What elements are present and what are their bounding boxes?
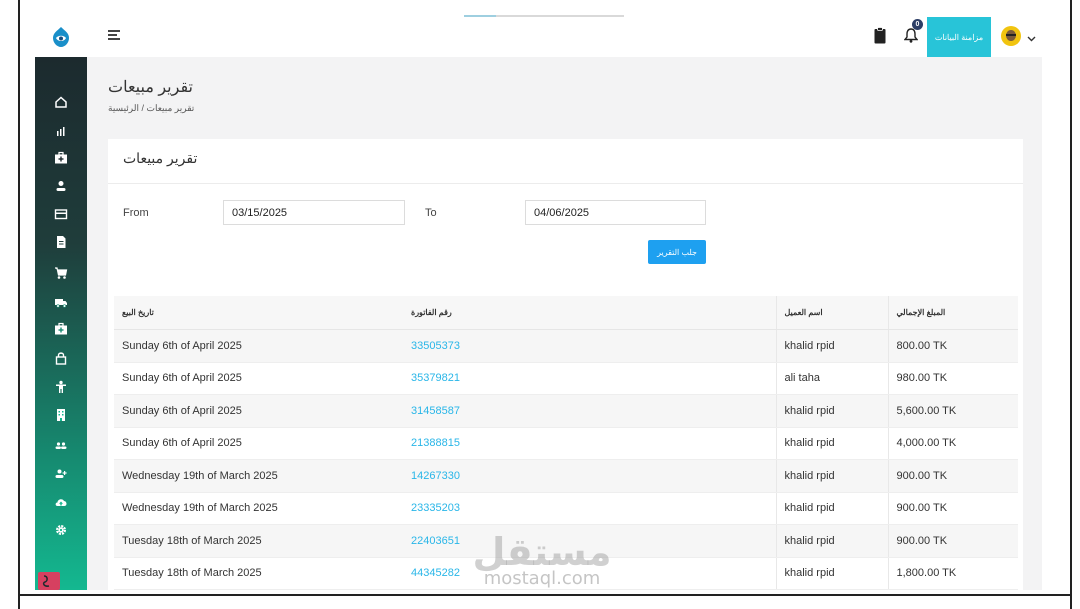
medkit-icon[interactable]: [54, 322, 68, 336]
total-amount-cell: 4,000.00 TK: [887, 427, 1018, 460]
user-avatar[interactable]: [1001, 26, 1021, 46]
menu-toggle-button[interactable]: [108, 30, 120, 42]
header-total-amount[interactable]: المبلغ الإجمالي: [887, 296, 1018, 330]
invoice-link[interactable]: 23335203: [411, 502, 460, 514]
invoice-link[interactable]: 44345282: [411, 567, 460, 579]
invoice-number-cell: 22403651: [403, 524, 776, 558]
invoice-link[interactable]: 31458587: [411, 405, 460, 417]
frame-left-border: [18, 0, 20, 609]
invoice-number-cell: 35379821: [403, 362, 776, 395]
total-amount-cell: 980.00 TK: [887, 362, 1018, 395]
sidebar-footer-logo: [38, 572, 60, 590]
header-customer-name[interactable]: اسم العميل: [775, 296, 888, 330]
card-divider: [108, 183, 1023, 184]
total-amount-cell: 800.00 TK: [887, 329, 1018, 363]
cart-icon[interactable]: [54, 266, 68, 280]
lock-icon[interactable]: [54, 351, 68, 365]
customer-name-cell: khalid rpid: [775, 524, 888, 558]
sale-date-cell: Tuesday 18th of March 2025: [114, 557, 403, 590]
invoice-link[interactable]: 22403651: [411, 535, 460, 547]
menu-line: [108, 38, 120, 40]
fetch-report-button[interactable]: جلب التقرير: [648, 240, 706, 264]
card-title: تقرير مبيعات: [123, 150, 198, 166]
invoice-number-cell: 33505373: [403, 329, 776, 363]
menu-line: [108, 34, 117, 36]
sale-date-cell: Wednesday 19th of March 2025: [114, 459, 403, 493]
table-row: Tuesday 18th of March 2025 22403651 khalid…: [114, 524, 1018, 558]
to-label: To: [425, 207, 437, 219]
to-date-input[interactable]: [525, 200, 706, 225]
sale-date-cell: Sunday 6th of April 2025: [114, 394, 403, 428]
document-icon[interactable]: [54, 235, 68, 249]
table-header-row: تاريخ البيع رقم الفاتورة اسم العميل المب…: [114, 296, 1018, 330]
table-body: Sunday 6th of April 2025 33505373 khalid r…: [114, 329, 1018, 590]
sales-table-container: تاريخ البيع رقم الفاتورة اسم العميل المب…: [114, 296, 1018, 590]
sales-table: تاريخ البيع رقم الفاتورة اسم العميل المب…: [114, 296, 1018, 590]
card-icon[interactable]: [54, 207, 68, 221]
medical-case-icon[interactable]: [54, 151, 68, 165]
invoice-link[interactable]: 35379821: [411, 372, 460, 384]
table-row: Sunday 6th of April 2025 31458587 khalid r…: [114, 394, 1018, 428]
customer-name-cell: khalid rpid: [775, 329, 888, 363]
customer-name-cell: khalid rpid: [775, 557, 888, 590]
person-icon[interactable]: [54, 380, 68, 394]
header-invoice-number[interactable]: رقم الفاتورة: [403, 296, 776, 330]
bar-chart-icon[interactable]: [54, 124, 68, 138]
table-row: Sunday 6th of April 2025 21388815 khalid r…: [114, 427, 1018, 460]
app-logo[interactable]: [52, 26, 70, 48]
table-row: Wednesday 19th of March 2025 14267330 khal…: [114, 459, 1018, 493]
total-amount-cell: 1,800.00 TK: [887, 557, 1018, 590]
notification-count-badge: 0: [912, 19, 923, 30]
frame-right-border: [1070, 0, 1072, 609]
breadcrumb[interactable]: تقرير مبيعات / الرئيسية: [108, 103, 194, 114]
customer-name-cell: ali taha: [775, 362, 888, 395]
sale-date-cell: Sunday 6th of April 2025: [114, 329, 403, 363]
invoice-link[interactable]: 33505373: [411, 340, 460, 352]
invoice-link[interactable]: 21388815: [411, 437, 460, 449]
invoice-number-cell: 31458587: [403, 394, 776, 428]
avatar-glasses: [1006, 34, 1016, 36]
from-date-input[interactable]: [223, 200, 405, 225]
total-amount-cell: 900.00 TK: [887, 459, 1018, 493]
customer-name-cell: khalid rpid: [775, 394, 888, 428]
clipboard-icon[interactable]: [874, 27, 886, 44]
user-add-icon[interactable]: [54, 467, 68, 481]
sale-date-cell: Sunday 6th of April 2025: [114, 427, 403, 460]
cloud-upload-icon[interactable]: [54, 495, 68, 509]
customer-name-cell: khalid rpid: [775, 427, 888, 460]
menu-line: [108, 30, 120, 32]
sync-data-button[interactable]: مزامنة البيانات: [927, 17, 991, 57]
sale-date-cell: Wednesday 19th of March 2025: [114, 492, 403, 525]
invoice-number-cell: 14267330: [403, 459, 776, 493]
customer-name-cell: khalid rpid: [775, 459, 888, 493]
total-amount-cell: 5,600.00 TK: [887, 394, 1018, 428]
total-amount-cell: 900.00 TK: [887, 492, 1018, 525]
table-row: Sunday 6th of April 2025 35379821 ali taha…: [114, 362, 1018, 395]
user-icon[interactable]: [54, 179, 68, 193]
table-row: Wednesday 19th of March 2025 23335203 khal…: [114, 492, 1018, 525]
invoice-link[interactable]: 14267330: [411, 470, 460, 482]
from-label: From: [123, 207, 149, 219]
customer-name-cell: khalid rpid: [775, 492, 888, 525]
total-amount-cell: 900.00 TK: [887, 524, 1018, 558]
users-icon[interactable]: [54, 439, 68, 453]
sale-date-cell: Tuesday 18th of March 2025: [114, 524, 403, 558]
table-row: Tuesday 18th of March 2025 44345282 khalid…: [114, 557, 1018, 590]
truck-icon[interactable]: [54, 295, 68, 309]
logo-icon: [53, 27, 69, 47]
invoice-number-cell: 21388815: [403, 427, 776, 460]
frame-bottom-border: [18, 594, 1072, 596]
invoice-number-cell: 44345282: [403, 557, 776, 590]
chevron-down-icon[interactable]: [1027, 30, 1036, 42]
page-title: تقرير مبيعات: [108, 79, 193, 96]
home-icon[interactable]: [54, 95, 68, 109]
sale-date-cell: Sunday 6th of April 2025: [114, 362, 403, 395]
building-icon[interactable]: [54, 408, 68, 422]
table-row: Sunday 6th of April 2025 33505373 khalid r…: [114, 329, 1018, 363]
gear-icon[interactable]: [54, 523, 68, 537]
header-sale-date[interactable]: تاريخ البيع: [114, 296, 403, 330]
invoice-number-cell: 23335203: [403, 492, 776, 525]
